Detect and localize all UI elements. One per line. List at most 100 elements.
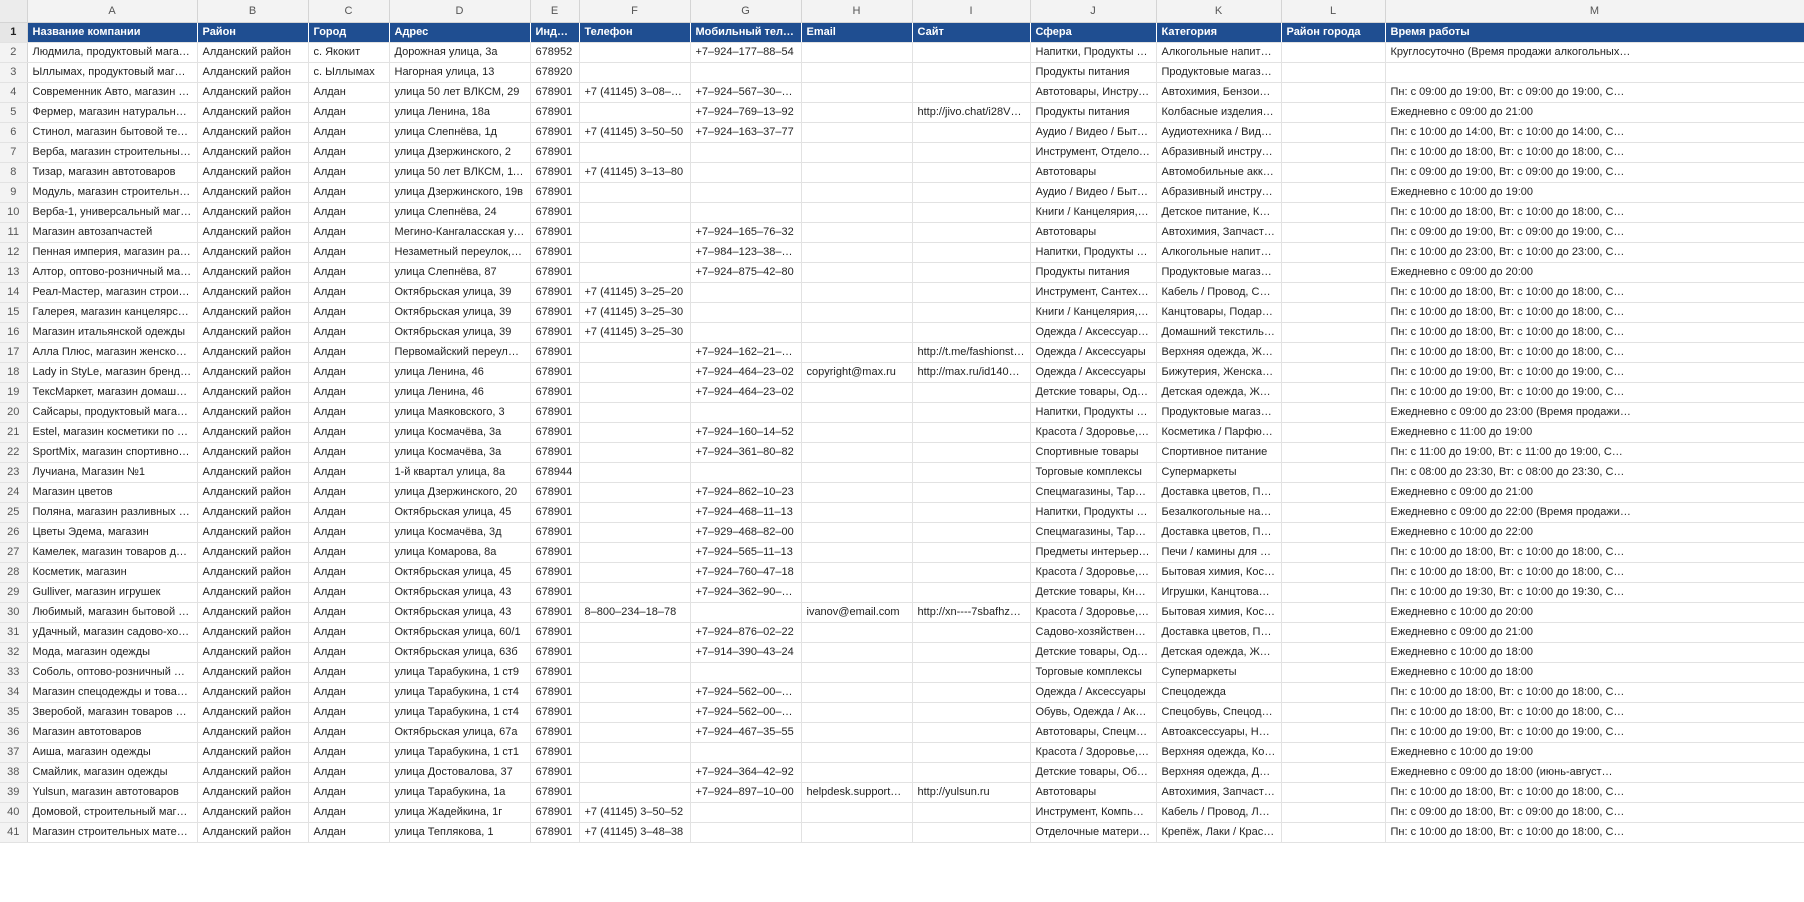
cell[interactable]: +7–914–390–43–24: [690, 642, 802, 663]
cell[interactable]: [912, 522, 1031, 543]
cell[interactable]: Продуктовые магазины: [1156, 262, 1282, 283]
column-title[interactable]: Сфера: [1030, 22, 1157, 43]
cell[interactable]: [1281, 762, 1386, 783]
cell[interactable]: [690, 462, 802, 483]
cell[interactable]: [1281, 782, 1386, 803]
cell[interactable]: +7–924–897–10–00: [690, 782, 802, 803]
column-title[interactable]: Категория: [1156, 22, 1282, 43]
cell[interactable]: Gulliver, магазин игрушек: [27, 582, 198, 603]
cell[interactable]: Абразивный инструмент, …: [1156, 182, 1282, 203]
column-title[interactable]: Время работы: [1385, 22, 1804, 43]
row-number[interactable]: 7: [0, 142, 28, 163]
cell[interactable]: +7–924–567–30–97, +7…: [690, 82, 802, 103]
cell[interactable]: [801, 542, 913, 563]
cell[interactable]: Пн: с 10:00 до 18:00, Вт: с 10:00 до 18:…: [1385, 682, 1804, 703]
cell[interactable]: [912, 762, 1031, 783]
cell[interactable]: [801, 322, 913, 343]
cell[interactable]: Пн: с 10:00 до 18:00, Вт: с 10:00 до 18:…: [1385, 342, 1804, 363]
cell[interactable]: Косметика / Парфюмерия,…: [1156, 422, 1282, 443]
cell[interactable]: [1281, 642, 1386, 663]
cell[interactable]: [801, 462, 913, 483]
cell[interactable]: [579, 262, 691, 283]
cell[interactable]: Алданский район: [197, 542, 309, 563]
cell[interactable]: Сайсары, продуктовый магазин: [27, 402, 198, 423]
cell[interactable]: с. Якокит: [308, 42, 390, 63]
cell[interactable]: Алданский район: [197, 782, 309, 803]
cell[interactable]: +7–924–464–23–02: [690, 382, 802, 403]
column-title[interactable]: Телефон: [579, 22, 691, 43]
row-number[interactable]: 26: [0, 522, 28, 543]
cell[interactable]: Красота / Здоровье, Садов…: [1030, 602, 1157, 623]
cell[interactable]: Пн: с 09:00 до 19:00, Вт: с 09:00 до 19:…: [1385, 222, 1804, 243]
cell[interactable]: Алдан: [308, 422, 390, 443]
cell[interactable]: Супермаркеты: [1156, 462, 1282, 483]
cell[interactable]: Продукты питания: [1030, 262, 1157, 283]
cell[interactable]: [912, 422, 1031, 443]
cell[interactable]: Инструмент, Отделочные …: [1030, 142, 1157, 163]
cell[interactable]: Круглосуточно (Время продажи алкогольных…: [1385, 42, 1804, 63]
row-number[interactable]: 22: [0, 442, 28, 463]
cell[interactable]: Алданский район: [197, 422, 309, 443]
cell[interactable]: 678901: [530, 402, 580, 423]
cell[interactable]: Мегино-Кангаласская улица, 2…: [389, 222, 531, 243]
cell[interactable]: 678901: [530, 602, 580, 623]
cell[interactable]: [579, 482, 691, 503]
cell[interactable]: Детские товары, Одежда / …: [1030, 382, 1157, 403]
cell[interactable]: [579, 342, 691, 363]
cell[interactable]: Алдан: [308, 262, 390, 283]
cell[interactable]: [690, 182, 802, 203]
cell[interactable]: [912, 802, 1031, 823]
cell[interactable]: [579, 762, 691, 783]
cell[interactable]: [801, 402, 913, 423]
cell[interactable]: [801, 222, 913, 243]
cell[interactable]: [801, 262, 913, 283]
row-number[interactable]: 13: [0, 262, 28, 283]
cell[interactable]: ivanov@email.com: [801, 602, 913, 623]
cell[interactable]: [1281, 402, 1386, 423]
cell[interactable]: Игрушки, Канцтовары, Нас…: [1156, 582, 1282, 603]
cell[interactable]: Алдан: [308, 822, 390, 843]
cell[interactable]: [690, 742, 802, 763]
column-header-i[interactable]: I: [912, 0, 1031, 23]
cell[interactable]: +7 (41145) 3–50–52: [579, 802, 691, 823]
cell[interactable]: [801, 342, 913, 363]
cell[interactable]: Незаметный переулок, 12в: [389, 242, 531, 263]
cell[interactable]: Соболь, оптово-розничный магазин: [27, 662, 198, 683]
cell[interactable]: Пн: с 10:00 до 18:00, Вт: с 10:00 до 18:…: [1385, 142, 1804, 163]
cell[interactable]: Первомайский переулок, 4а: [389, 342, 531, 363]
cell[interactable]: Одежда / Аксессуары: [1030, 682, 1157, 703]
cell[interactable]: Алданский район: [197, 642, 309, 663]
cell[interactable]: Нагорная улица, 13: [389, 62, 531, 83]
cell[interactable]: 678901: [530, 702, 580, 723]
cell[interactable]: Алданский район: [197, 622, 309, 643]
cell[interactable]: Алдан: [308, 322, 390, 343]
cell[interactable]: Октябрьская улица, 45: [389, 502, 531, 523]
cell[interactable]: [912, 622, 1031, 643]
cell[interactable]: [579, 222, 691, 243]
cell[interactable]: 678952: [530, 42, 580, 63]
cell[interactable]: улица Ленина, 46: [389, 362, 531, 383]
cell[interactable]: +7–924–467–35–55: [690, 722, 802, 743]
cell[interactable]: [912, 582, 1031, 603]
cell[interactable]: ТексМаркет, магазин домашней одеж…: [27, 382, 198, 403]
cell[interactable]: Предметы интерьера / экс…: [1030, 542, 1157, 563]
cell[interactable]: Алдан: [308, 182, 390, 203]
cell[interactable]: улица Комарова, 8а: [389, 542, 531, 563]
cell[interactable]: [1281, 622, 1386, 643]
cell[interactable]: [1281, 102, 1386, 123]
row-number[interactable]: 19: [0, 382, 28, 403]
cell[interactable]: 678901: [530, 662, 580, 683]
cell[interactable]: [801, 562, 913, 583]
cell[interactable]: Спортивное питание: [1156, 442, 1282, 463]
cell[interactable]: 678901: [530, 642, 580, 663]
cell[interactable]: Алдан: [308, 602, 390, 623]
cell[interactable]: Алданский район: [197, 242, 309, 263]
cell[interactable]: 678901: [530, 342, 580, 363]
cell[interactable]: Алдан: [308, 142, 390, 163]
cell[interactable]: [912, 302, 1031, 323]
cell[interactable]: Алдан: [308, 162, 390, 183]
cell[interactable]: [690, 162, 802, 183]
column-header-e[interactable]: E: [530, 0, 580, 23]
cell[interactable]: улица Ленина, 18а: [389, 102, 531, 123]
row-number[interactable]: 5: [0, 102, 28, 123]
